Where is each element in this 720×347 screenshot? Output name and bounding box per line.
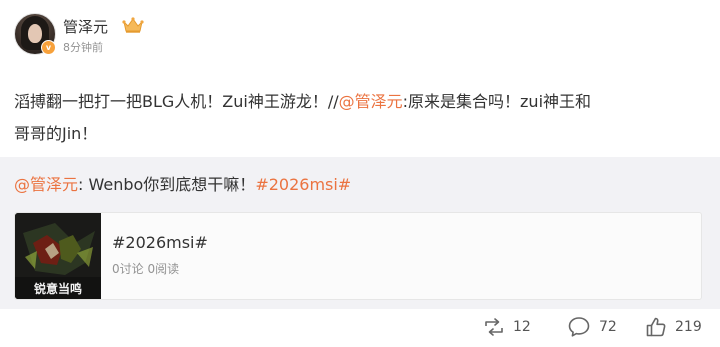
repost-button[interactable]: 12 bbox=[483, 315, 531, 339]
post-text-before: 滔搏翻一把打一把BLG人机！Zui神王游龙！// bbox=[14, 92, 339, 111]
post-line-1: 滔搏翻一把打一把BLG人机！Zui神王游龙！//@管泽元:原来是集合吗！zui神… bbox=[14, 86, 714, 118]
like-count: 219 bbox=[675, 319, 702, 335]
topic-card-art: 锐意当鸣 bbox=[15, 213, 101, 299]
repost-content: : Wenbo你到底想干嘛！ bbox=[78, 175, 256, 194]
repost-block[interactable]: @管泽元: Wenbo你到底想干嘛！#2026msi# 锐意当鸣 #2026ms… bbox=[0, 157, 720, 309]
crown-icon[interactable] bbox=[122, 16, 144, 34]
post-body: 滔搏翻一把打一把BLG人机！Zui神王游龙！//@管泽元:原来是集合吗！zui神… bbox=[14, 86, 714, 150]
post-mention-link[interactable]: @管泽元 bbox=[339, 92, 403, 111]
topic-card-title[interactable]: #2026msi# bbox=[112, 233, 208, 252]
comment-icon bbox=[568, 317, 590, 337]
avatar-face bbox=[28, 24, 42, 43]
post-time[interactable]: 8分钟前 bbox=[63, 39, 103, 55]
like-button[interactable]: 219 bbox=[645, 315, 702, 339]
post-text-after: :原来是集合吗！zui神王和 bbox=[402, 92, 592, 111]
repost-icon bbox=[485, 318, 503, 336]
topic-card-caption: 锐意当鸣 bbox=[34, 281, 82, 296]
comment-button[interactable]: 72 bbox=[567, 315, 617, 339]
post-line-2: 哥哥的Jin！ bbox=[14, 124, 98, 143]
post-header: v 管泽元 8分钟前 bbox=[14, 13, 514, 61]
thumbs-up-icon bbox=[646, 317, 666, 337]
repost-mention-link[interactable]: @管泽元 bbox=[14, 175, 78, 194]
action-bar: 12 72 219 bbox=[0, 309, 720, 347]
repost-count: 12 bbox=[513, 319, 531, 335]
comment-count: 72 bbox=[599, 319, 617, 335]
username[interactable]: 管泽元 bbox=[63, 16, 108, 37]
topic-card-stats: 0讨论 0阅读 bbox=[112, 262, 180, 276]
verified-badge-icon: v bbox=[41, 40, 56, 55]
topic-card[interactable]: 锐意当鸣 #2026msi# 0讨论 0阅读 bbox=[14, 212, 702, 300]
repost-text: @管泽元: Wenbo你到底想干嘛！#2026msi# bbox=[14, 171, 351, 195]
topic-card-image[interactable]: 锐意当鸣 bbox=[15, 213, 101, 299]
repost-topic-link[interactable]: #2026msi# bbox=[255, 175, 351, 194]
